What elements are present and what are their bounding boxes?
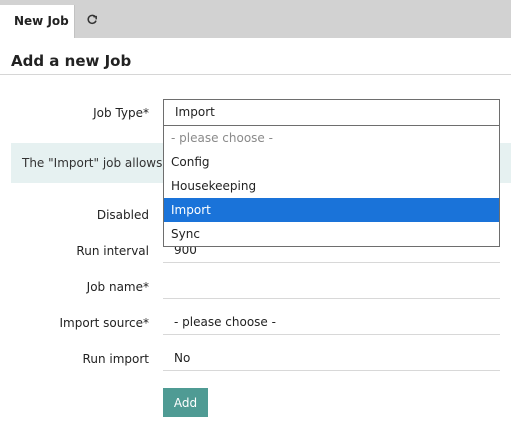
title-divider xyxy=(0,74,511,75)
dropdown-option[interactable]: Housekeeping xyxy=(164,174,499,198)
run-import-select[interactable]: No xyxy=(163,347,500,371)
page-title: Add a new Job xyxy=(11,52,132,70)
import-source-value: - please choose - xyxy=(174,315,276,329)
run-interval-label: Run interval xyxy=(76,244,149,258)
import-source-select[interactable]: - please choose - xyxy=(163,311,500,335)
job-info-text: The "Import" job allows to xyxy=(22,156,179,170)
run-import-value: No xyxy=(174,351,191,365)
job-name-label: Job name* xyxy=(86,280,149,294)
refresh-button[interactable] xyxy=(80,9,104,33)
refresh-icon xyxy=(86,14,98,29)
job-type-value: Import xyxy=(175,105,215,119)
tab-new-job-label: New Job xyxy=(14,14,69,28)
dropdown-option[interactable]: - please choose - xyxy=(164,126,499,150)
dropdown-option[interactable]: Sync xyxy=(164,222,499,246)
job-name-input[interactable] xyxy=(163,275,500,299)
import-source-label: Import source* xyxy=(59,316,150,330)
dropdown-option-selected[interactable]: Import xyxy=(164,198,499,222)
job-type-dropdown: - please choose - Config Housekeeping Im… xyxy=(163,126,500,247)
tab-bar: New Job xyxy=(0,0,511,38)
disabled-label: Disabled xyxy=(96,208,149,222)
dropdown-option[interactable]: Config xyxy=(164,150,499,174)
add-button[interactable]: Add xyxy=(163,388,208,417)
job-type-label: Job Type* xyxy=(93,106,149,120)
job-type-select[interactable]: Import xyxy=(163,99,500,126)
tab-new-job[interactable]: New Job xyxy=(0,5,75,38)
run-import-label: Run import xyxy=(82,352,149,366)
